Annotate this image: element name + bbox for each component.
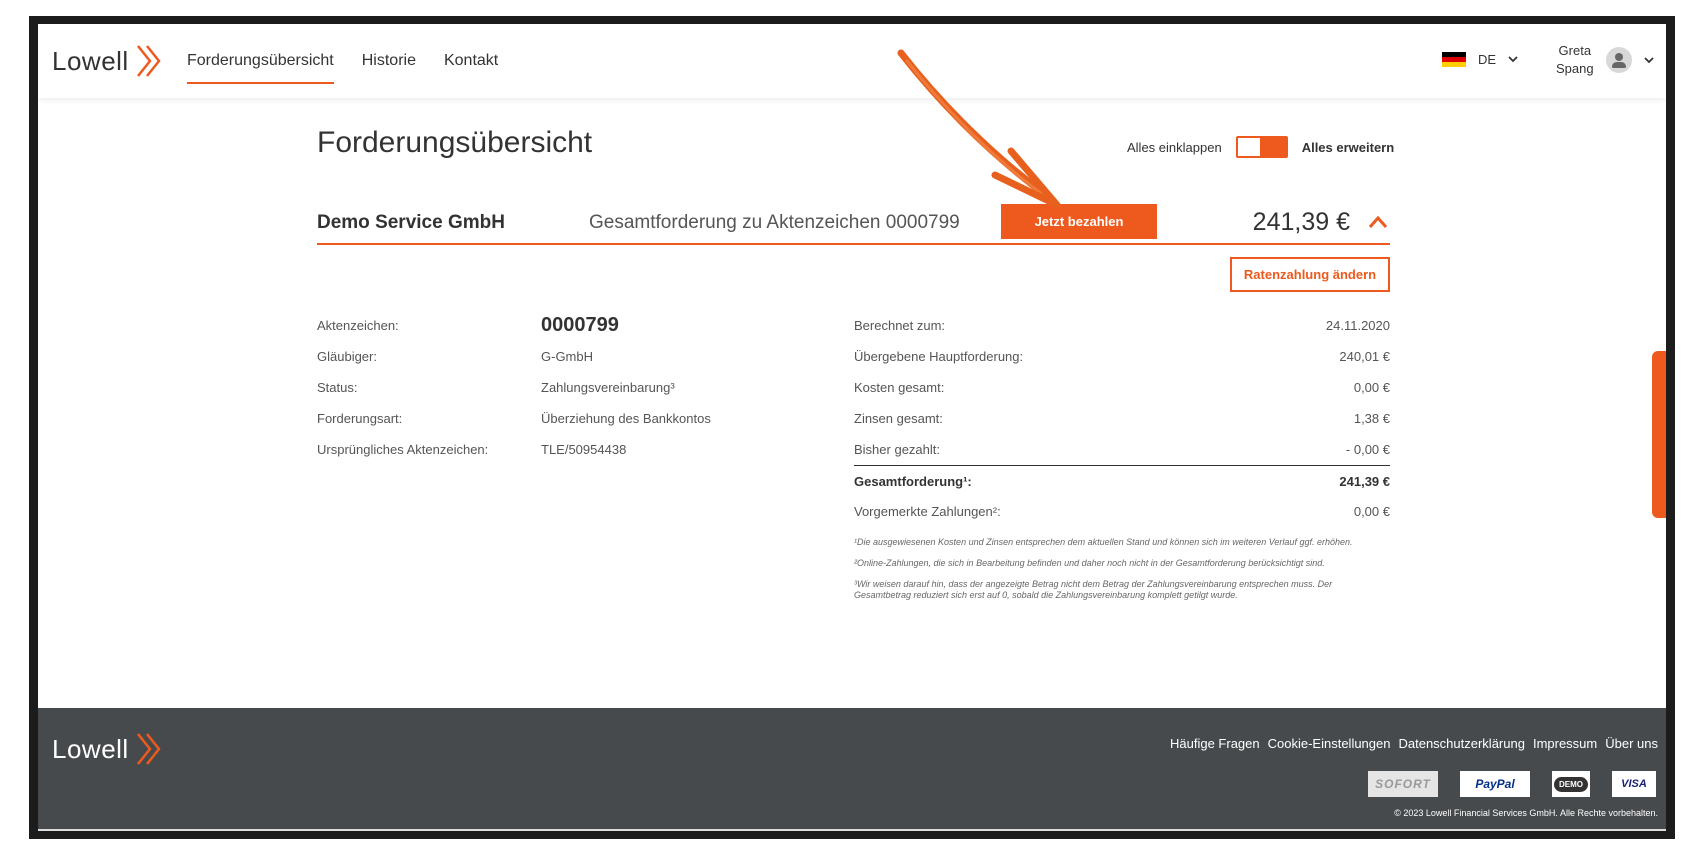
footer-link-about[interactable]: Über uns bbox=[1605, 736, 1658, 751]
copyright-text: © 2023 Lowell Financial Services GmbH. A… bbox=[1394, 808, 1658, 818]
browser-viewport: Lowell Forderungsübersicht Historie Kont… bbox=[38, 24, 1666, 831]
claim-total-amount: 241,39 € bbox=[1252, 208, 1350, 236]
logo-text: Lowell bbox=[52, 45, 129, 76]
amount-row: Kosten gesamt: 0,00 € bbox=[854, 372, 1390, 403]
nav-historie[interactable]: Historie bbox=[362, 24, 416, 98]
amount-row: Zinsen gesamt: 1,38 € bbox=[854, 403, 1390, 434]
page-title: Forderungsübersicht bbox=[317, 126, 593, 159]
amount-label: Übergebene Hauptforderung: bbox=[854, 349, 1024, 364]
detail-label: Ursprüngliches Aktenzeichen: bbox=[317, 442, 489, 457]
claim-header-row[interactable]: Demo Service GmbH Gesamtforderung zu Akt… bbox=[317, 202, 1390, 245]
detail-value: 0000799 bbox=[541, 314, 619, 336]
expand-toggle-area: Alles einklappen Alles erweitern bbox=[1127, 136, 1394, 158]
chevron-down-icon bbox=[1643, 56, 1654, 63]
amount-value: 0,00 € bbox=[1353, 380, 1390, 395]
detail-label: Aktenzeichen: bbox=[317, 318, 399, 333]
detail-value: Zahlungsvereinbarung³ bbox=[541, 380, 675, 395]
total-row: Gesamtforderung¹: 241,39 € bbox=[854, 465, 1390, 496]
footnote: ¹Die ausgewiesenen Kosten und Zinsen ent… bbox=[854, 537, 1353, 547]
language-selector[interactable]: DE bbox=[1442, 52, 1518, 67]
chevron-up-icon[interactable] bbox=[1368, 214, 1388, 230]
user-avatar-icon bbox=[1605, 47, 1632, 73]
footer-link-faq[interactable]: Häufige Fragen bbox=[1170, 736, 1260, 751]
detail-value: G-GmbH bbox=[541, 349, 593, 364]
amount-value: - 0,00 € bbox=[1345, 442, 1390, 457]
feedback-side-tab[interactable] bbox=[1652, 351, 1666, 518]
detail-value: Überziehung des Bankkontos bbox=[541, 411, 711, 426]
nav-forderungsuebersicht[interactable]: Forderungsübersicht bbox=[187, 24, 334, 98]
top-header: Lowell Forderungsübersicht Historie Kont… bbox=[38, 24, 1666, 98]
amount-row: Vorgemerkte Zahlungen²: 0,00 € bbox=[854, 496, 1390, 527]
visa-logo: VISA bbox=[1612, 771, 1656, 797]
amount-value: 24.11.2020 bbox=[1325, 318, 1390, 333]
detail-label: Status: bbox=[317, 380, 358, 395]
german-flag-icon bbox=[1442, 52, 1466, 67]
change-installment-button[interactable]: Ratenzahlung ändern bbox=[1230, 257, 1390, 292]
amount-row: Übergebene Hauptforderung: 240,01 € bbox=[854, 341, 1390, 372]
annotation-arrow-icon bbox=[897, 49, 1061, 209]
lowell-logo[interactable]: Lowell bbox=[52, 44, 165, 78]
expand-collapse-toggle[interactable] bbox=[1235, 136, 1288, 158]
page-footer: Lowell Häufige Fragen Cookie-Einstellung… bbox=[38, 708, 1666, 831]
creditor-name: Demo Service GmbH bbox=[317, 212, 505, 233]
user-name: Greta Spang bbox=[1556, 42, 1594, 78]
toggle-expand-label: Alles erweitern bbox=[1301, 139, 1395, 155]
toggle-collapse-label: Alles einklappen bbox=[1127, 139, 1222, 155]
amount-row: Berechnet zum: 24.11.2020 bbox=[854, 310, 1390, 341]
amount-label: Kosten gesamt: bbox=[854, 380, 945, 395]
footer-link-imprint[interactable]: Impressum bbox=[1533, 736, 1597, 751]
detail-row: Forderungsart: Überziehung des Bankkontos bbox=[317, 403, 737, 434]
amount-label: Bisher gezahlt: bbox=[854, 442, 940, 457]
lowell-chevrons-icon bbox=[136, 733, 161, 765]
main-nav: Forderungsübersicht Historie Kontakt bbox=[187, 24, 498, 98]
detail-row: Status: Zahlungsvereinbarung³ bbox=[317, 372, 737, 403]
demo-logo: DEMO bbox=[1552, 771, 1590, 797]
amount-value: 0,00 € bbox=[1353, 504, 1390, 519]
amount-label: Zinsen gesamt: bbox=[854, 411, 943, 426]
footer-link-cookies[interactable]: Cookie-Einstellungen bbox=[1268, 736, 1391, 751]
footer-logo-text: Lowell bbox=[52, 733, 129, 764]
nav-kontakt[interactable]: Kontakt bbox=[444, 24, 498, 98]
footer-link-privacy[interactable]: Datenschutzerklärung bbox=[1398, 736, 1524, 751]
lowell-chevrons-icon bbox=[136, 45, 161, 77]
detail-row: Gläubiger: G-GmbH bbox=[317, 341, 737, 372]
sofort-logo: SOFORT bbox=[1368, 771, 1438, 797]
amount-row: Bisher gezahlt: - 0,00 € bbox=[854, 434, 1390, 465]
amount-value: 240,01 € bbox=[1339, 349, 1390, 364]
detail-row: Ursprüngliches Aktenzeichen: TLE/50954438 bbox=[317, 434, 737, 465]
footer-divider bbox=[38, 829, 1666, 831]
payment-methods: SOFORT PayPal DEMO VISA bbox=[1368, 771, 1656, 797]
footnote: ³Wir weisen darauf hin, dass der angezei… bbox=[854, 579, 1333, 600]
detail-value: TLE/50954438 bbox=[541, 442, 627, 457]
user-first-name: Greta bbox=[1558, 43, 1592, 58]
amount-label: Berechnet zum: bbox=[854, 318, 946, 333]
chevron-down-icon bbox=[1508, 56, 1518, 63]
amount-label: Gesamtforderung¹: bbox=[854, 473, 972, 489]
claim-details-left: Aktenzeichen: 0000799 Gläubiger: G-GmbH St… bbox=[317, 310, 737, 465]
demo-logo-text: DEMO bbox=[1554, 776, 1588, 792]
amount-label: Vorgemerkte Zahlungen²: bbox=[854, 504, 1001, 519]
claim-details-right: Berechnet zum: 24.11.2020 Übergebene Haup… bbox=[854, 310, 1390, 601]
footnote: ²Online-Zahlungen, die sich in Bearbeitu… bbox=[854, 558, 1325, 568]
detail-label: Forderungsart: bbox=[317, 411, 403, 426]
amount-value: 1,38 € bbox=[1353, 411, 1390, 426]
user-last-name: Spang bbox=[1556, 61, 1594, 76]
language-code: DE bbox=[1478, 52, 1497, 67]
detail-row: Aktenzeichen: 0000799 bbox=[317, 310, 737, 341]
detail-label: Gläubiger: bbox=[317, 349, 377, 364]
footer-logo[interactable]: Lowell bbox=[52, 732, 165, 766]
amount-value: 241,39 € bbox=[1339, 473, 1390, 489]
footer-links: Häufige Fragen Cookie-Einstellungen Date… bbox=[1170, 736, 1658, 751]
paypal-logo: PayPal bbox=[1460, 771, 1530, 797]
user-menu[interactable]: Greta Spang bbox=[1556, 42, 1654, 78]
